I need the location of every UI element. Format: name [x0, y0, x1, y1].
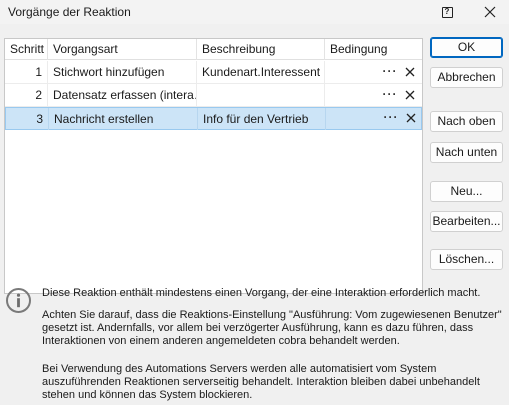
table-row-selected[interactable]: 3 Nachricht erstellen Info für den Vertr…	[5, 107, 422, 130]
info-text-execution: Achten Sie darauf, dass die Reaktions-Ei…	[42, 309, 502, 347]
more-icon[interactable]: ···	[382, 107, 400, 129]
close-icon	[484, 6, 496, 18]
info-text-automation-server: Bei Verwendung des Automations Servers w…	[42, 363, 480, 401]
step-number: 3	[6, 108, 49, 130]
table-row[interactable]: 2 Datensatz erfassen (intera… ···	[5, 84, 422, 107]
window-title: Vorgänge der Reaktion	[8, 5, 131, 19]
info-panel: Diese Reaktion enthält mindestens einen …	[0, 274, 509, 405]
edit-button[interactable]: Bearbeiten...	[430, 211, 503, 232]
column-header-bedingung[interactable]: Bedingung	[325, 39, 422, 60]
delete-x-icon[interactable]	[404, 107, 418, 129]
step-number: 2	[5, 84, 48, 106]
step-type: Datensatz erfassen (intera…	[48, 84, 197, 106]
more-icon[interactable]: ···	[381, 61, 399, 83]
cancel-button[interactable]: Abbrechen	[430, 67, 503, 88]
delete-button[interactable]: Löschen...	[430, 249, 503, 270]
column-header-beschreibung[interactable]: Beschreibung	[197, 39, 325, 60]
delete-x-icon[interactable]	[403, 84, 417, 106]
info-icon	[6, 288, 31, 313]
help-button[interactable]: ?	[434, 2, 460, 22]
step-type: Nachricht erstellen	[49, 108, 198, 130]
table-row[interactable]: 1 Stichwort hinzufügen Kundenart.Interes…	[5, 61, 422, 84]
move-down-button[interactable]: Nach unten	[430, 142, 503, 163]
grid-header: Schritt Vorgangsart Beschreibung Bedingu…	[5, 39, 422, 60]
column-header-vorgangsart[interactable]: Vorgangsart	[48, 39, 197, 60]
dialog-body: Schritt Vorgangsart Beschreibung Bedingu…	[0, 24, 509, 405]
step-description: Info für den Vertrieb	[198, 108, 326, 130]
new-button[interactable]: Neu...	[430, 181, 503, 202]
step-type: Stichwort hinzufügen	[48, 61, 197, 83]
close-button[interactable]	[477, 2, 503, 22]
step-description: Kundenart.Interessent	[197, 61, 325, 83]
ok-button[interactable]: OK	[430, 37, 503, 58]
move-up-button[interactable]: Nach oben	[430, 111, 503, 132]
help-icon: ?	[441, 6, 453, 18]
title-bar: Vorgänge der Reaktion ?	[0, 0, 509, 24]
delete-x-icon[interactable]	[403, 61, 417, 83]
step-description	[197, 84, 325, 106]
column-header-schritt[interactable]: Schritt	[5, 39, 48, 60]
info-text-interaction: Diese Reaktion enthält mindestens einen …	[42, 287, 481, 299]
more-icon[interactable]: ···	[381, 84, 399, 106]
step-number: 1	[5, 61, 48, 83]
steps-grid[interactable]: Schritt Vorgangsart Beschreibung Bedingu…	[4, 38, 423, 294]
